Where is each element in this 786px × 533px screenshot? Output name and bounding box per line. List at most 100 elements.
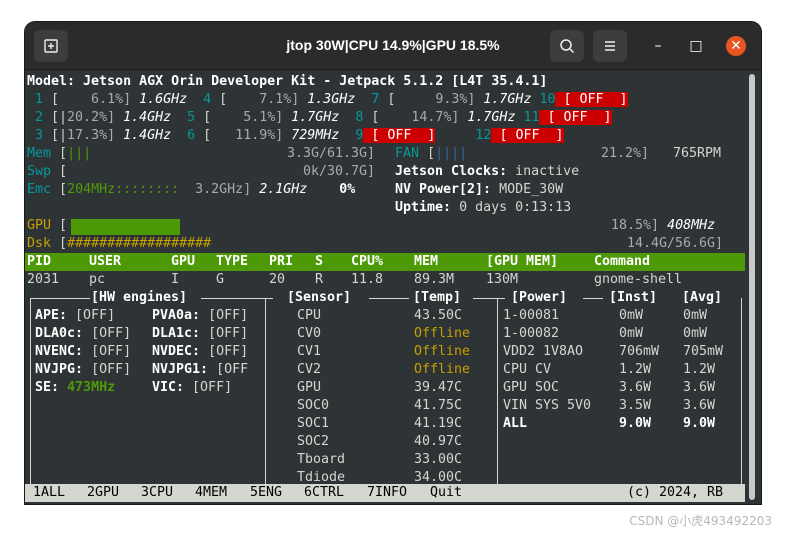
power-avg: 705mW	[683, 344, 724, 359]
hw-row: NVDEC: [OFF]	[152, 344, 249, 359]
power-inst: 3.5W	[619, 398, 652, 413]
row-gpu: I	[171, 272, 180, 287]
col-cpu: CPU%	[351, 254, 384, 269]
tab-gpu[interactable]: 2GPU	[87, 484, 119, 502]
sensor-name: SOC1	[297, 416, 330, 431]
hw-row: NVENC: [OFF]	[35, 344, 132, 359]
sensor-temp: 40.97C	[414, 434, 463, 449]
hw-row: DLA0c: [OFF]	[35, 326, 132, 341]
col-type: TYPE	[216, 254, 249, 269]
scrollbar-thumb[interactable]	[749, 74, 755, 500]
row-gpu-mem: 130M	[486, 272, 519, 287]
maximize-icon: □	[689, 38, 703, 54]
row-command: gnome-shell	[594, 272, 683, 287]
cpu-row-1: 1 [ 6.1%] 1.6GHz 4 [ 7.1%] 1.3GHz 7 [ 9.…	[27, 92, 628, 107]
panel-divider-2	[497, 298, 498, 484]
panel-top-border	[583, 298, 603, 299]
row-state: R	[315, 272, 324, 287]
fan-value: 21.2%]	[601, 146, 650, 161]
row-pri: 20	[269, 272, 286, 287]
sensor-temp: 39.47C	[414, 380, 463, 395]
panel-border-right	[741, 298, 742, 484]
col-command: Command	[594, 254, 651, 269]
tab-all[interactable]: 1ALL	[33, 484, 65, 502]
power-avg: 3.6W	[683, 398, 716, 413]
sensor-temp: 41.75C	[414, 398, 463, 413]
col-mem: MEM	[414, 254, 439, 269]
close-button[interactable]: ✕	[726, 36, 746, 56]
sensor-name: SOC0	[297, 398, 330, 413]
sensor-temp: Offline	[414, 326, 471, 341]
mem-line: Mem [|||	[27, 146, 92, 161]
tab-ctrl[interactable]: 6CTRL	[304, 484, 344, 502]
minimize-button[interactable]: –	[648, 36, 668, 56]
quit-button[interactable]: Quit	[430, 484, 462, 502]
power-inst: 0mW	[619, 326, 644, 341]
row-type: G	[216, 272, 225, 287]
fan-rpm: 765RPM	[673, 146, 722, 161]
footer-bar: 1ALL 2GPU 3CPU 4MEM 5ENG 6CTRL 7INFO Qui…	[25, 484, 745, 502]
row-pid: 2031	[27, 272, 60, 287]
hw-row: PVA0a: [OFF]	[152, 308, 249, 323]
sensor-temp: Offline	[414, 344, 471, 359]
panel-top-border	[201, 298, 273, 299]
sensor-name: CV2	[297, 362, 322, 377]
hw-row: DLA1c: [OFF]	[152, 326, 249, 341]
gpu-value: 18.5%] 408MHz	[611, 218, 716, 233]
power-name: VDD2 1V8AO	[503, 344, 584, 359]
cpu-row-3: 3 [|17.3%] 1.4GHz 6 [ 11.9%] 729MHz 9 [ …	[27, 128, 564, 143]
col-pid: PID	[27, 254, 52, 269]
tab-eng[interactable]: 5ENG	[250, 484, 282, 502]
sensor-name: GPU	[297, 380, 322, 395]
tab-mem[interactable]: 4MEM	[195, 484, 227, 502]
nv-power: NV Power[2]: MODE_30W	[395, 182, 564, 197]
hw-row: NVJPG: [OFF]	[35, 362, 132, 377]
sensor-name: Tboard	[297, 452, 346, 467]
hw-row: SE: 473MHz	[35, 380, 116, 395]
menu-button[interactable]	[593, 30, 627, 62]
row-cpu: 11.8	[351, 272, 384, 287]
minimize-icon: –	[654, 38, 662, 54]
emc-line: Emc [204MHz:::::::: 3.2GHz] 2.1GHz 0%	[27, 182, 356, 197]
sensor-name: CV1	[297, 344, 322, 359]
hw-row: VIC: [OFF]	[152, 380, 233, 395]
model-line: Model: Jetson AGX Orin Developer Kit - J…	[27, 74, 548, 89]
terminal-area[interactable]: Model: Jetson AGX Orin Developer Kit - J…	[25, 70, 761, 504]
power-avg: 9.0W	[683, 416, 716, 431]
tab-cpu[interactable]: 3CPU	[141, 484, 173, 502]
watermark: CSDN @小虎493492203	[629, 514, 772, 528]
power-title: [Power]	[511, 290, 568, 305]
uptime: Uptime: 0 days 0:13:13	[395, 200, 572, 215]
title-bar: jtop 30W|CPU 14.9%|GPU 18.5% – □ ✕	[25, 22, 761, 70]
disk-value: 14.4G/56.6G]	[627, 236, 724, 251]
panel-border-left	[30, 298, 31, 484]
power-name: ALL	[503, 416, 528, 431]
gpu-line: GPU [	[27, 218, 68, 233]
cpu-row-2: 2 [|20.2%] 1.4GHz 5 [ 5.1%] 1.7GHz 8 [ 1…	[27, 110, 612, 125]
power-avg: 3.6W	[683, 380, 716, 395]
col-state: S	[315, 254, 324, 269]
search-icon	[560, 39, 575, 54]
sensor-title: [Sensor]	[287, 290, 352, 305]
power-inst: 706mW	[619, 344, 660, 359]
col-gpu-mem: [GPU MEM]	[486, 254, 559, 269]
col-gpu: GPU	[171, 254, 196, 269]
power-name: 1-00081	[503, 308, 560, 323]
power-name: VIN SYS 5V0	[503, 398, 592, 413]
sensor-temp: 43.50C	[414, 308, 463, 323]
tab-info[interactable]: 7INFO	[367, 484, 407, 502]
power-inst: 9.0W	[619, 416, 652, 431]
jetson-clocks: Jetson Clocks: inactive	[395, 164, 580, 179]
power-avg: 1.2W	[683, 362, 716, 377]
panel-divider-1	[265, 298, 266, 484]
maximize-button[interactable]: □	[686, 36, 706, 56]
search-button[interactable]	[550, 30, 584, 62]
power-name: 1-00082	[503, 326, 560, 341]
fan-line: FAN [||||	[395, 146, 468, 161]
swap-line: Swp [	[27, 164, 68, 179]
copyright: (c) 2024, RB	[627, 485, 724, 500]
power-avg: 0mW	[683, 326, 708, 341]
power-inst: 0mW	[619, 308, 644, 323]
sensor-temp: 41.19C	[414, 416, 463, 431]
disk-line: Dsk [##################	[27, 236, 212, 251]
